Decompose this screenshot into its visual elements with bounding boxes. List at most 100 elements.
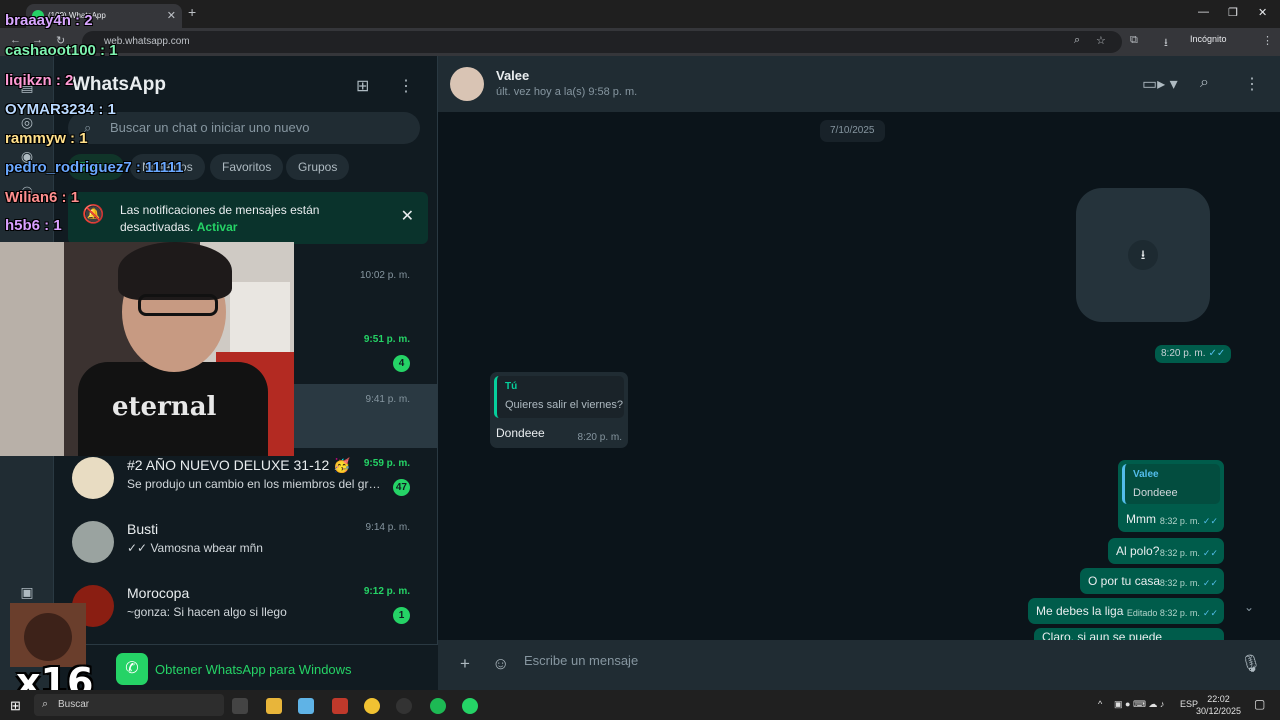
outgoing-message[interactable]: Me debes la liga Editado 8:32 p. m. ✓✓ xyxy=(1028,598,1224,624)
activate-link[interactable]: Activar xyxy=(197,220,238,234)
chat-time: 9:59 p. m. xyxy=(363,458,410,469)
tray-chevron-icon[interactable]: ^ xyxy=(1098,699,1102,709)
menu-icon[interactable]: ⋮ xyxy=(1244,74,1260,94)
chat-row[interactable]: Busti ✓✓ Vamosna wbear mñn 9:14 p. m. xyxy=(54,512,438,576)
taskbar: ⊞ Buscar ⌕ ^ ▣ ● ⌨ ☁ ♪ ESP 22:02 30/12/20… xyxy=(0,690,1280,720)
search-icon[interactable]: ⌕ xyxy=(1200,74,1209,92)
notifications-icon[interactable]: ▢ xyxy=(1254,697,1265,711)
browser-menu-icon[interactable]: ⋮ xyxy=(1262,34,1273,47)
new-chat-icon[interactable]: ⊞ xyxy=(356,76,369,96)
zoom-icon[interactable]: ⌕ xyxy=(1074,34,1080,47)
stream-chat-line: Wilian6 : 1 xyxy=(5,189,80,206)
close-tab-icon[interactable]: ✕ xyxy=(167,4,176,28)
search-input[interactable]: Buscar un chat o iniciar uno nuevo xyxy=(68,112,420,144)
chat-time: 10:02 p. m. xyxy=(359,270,410,281)
last-seen: últ. vez hoy a la(s) 9:58 p. m. xyxy=(496,86,638,98)
message-input[interactable]: Escribe un mensaje xyxy=(524,653,638,668)
quote-text: Dondeee xyxy=(1133,487,1178,499)
whatsapp-icon[interactable] xyxy=(462,698,478,714)
composer: + ☺ Escribe un mensaje 🎙 xyxy=(438,640,1280,690)
search-icon: ⌕ xyxy=(42,698,49,710)
get-app-banner[interactable]: ✆ Obtener WhatsApp para Windows xyxy=(54,644,438,690)
filter-groups[interactable]: Grupos xyxy=(286,154,350,180)
outgoing-message[interactable]: Claro, si aun se puede xyxy=(1034,628,1224,640)
quote-text: Quieres salir el viernes? xyxy=(505,399,623,411)
attach-icon[interactable]: + xyxy=(460,654,470,674)
outgoing-message[interactable]: Al polo? 8:32 p. m. ✓✓ xyxy=(1108,538,1224,564)
bell-off-icon: 🔕 xyxy=(82,204,105,224)
app-title: WhatsApp xyxy=(72,74,166,95)
read-ticks-icon: ✓✓ xyxy=(1202,578,1218,588)
shirt-text: eternal xyxy=(112,392,217,422)
unread-badge: 47 xyxy=(392,479,410,496)
new-tab-icon[interactable]: + xyxy=(188,4,196,20)
chat-time: 9:12 p. m. xyxy=(363,586,410,597)
chat-preview: ~gonza: Si hacen algo si llego xyxy=(127,605,287,619)
quoted-message[interactable]: Valee Dondeee xyxy=(1122,464,1220,504)
filter-favorites[interactable]: Favoritos xyxy=(210,154,284,180)
get-app-link[interactable]: Obtener WhatsApp para Windows xyxy=(155,662,352,677)
stream-chat-line: rammyw : 1 xyxy=(5,130,88,147)
outgoing-message[interactable]: Valee Dondeee Mmm 8:32 p. m. ✓✓ xyxy=(1118,460,1224,532)
unread-badge: 4 xyxy=(393,355,410,372)
download-icon[interactable]: ⭳ xyxy=(1128,240,1158,270)
chat-name: Morocopa xyxy=(127,585,190,601)
restore-icon[interactable]: ❐ xyxy=(1228,6,1238,19)
message-text: Claro, si aun se puede xyxy=(1042,630,1163,640)
contact-avatar[interactable] xyxy=(450,67,484,101)
close-icon[interactable]: ✕ xyxy=(401,206,414,226)
clock[interactable]: 22:02 30/12/2025 xyxy=(1196,693,1241,717)
conversation-header[interactable]: Valee últ. vez hoy a la(s) 9:58 p. m. ▭▸… xyxy=(438,56,1280,112)
task-view-icon[interactable] xyxy=(232,698,248,714)
video-call-icon[interactable]: ▭▸ ▾ xyxy=(1142,74,1178,94)
chat-row[interactable]: Morocopa ~gonza: Si hacen algo si llego … xyxy=(54,576,438,640)
stream-chat-line: braaay4n : 2 xyxy=(5,12,93,29)
media-icon[interactable]: ▣ xyxy=(18,584,36,602)
stream-chat-line: pedro_rodriguez7 : 11111 xyxy=(5,159,184,176)
bookmark-star-icon[interactable]: ☆ xyxy=(1096,34,1106,47)
notification-banner: 🔕 Las notificaciones de mensajes están d… xyxy=(68,192,428,244)
sticker-icon[interactable]: ☺ xyxy=(492,654,509,674)
file-explorer-icon[interactable] xyxy=(266,698,282,714)
stream-chat-line: OYMAR3234 : 1 xyxy=(5,101,116,118)
download-icon[interactable]: ⭳ xyxy=(1164,34,1168,53)
notepad-icon[interactable] xyxy=(298,698,314,714)
chrome-icon[interactable] xyxy=(364,698,380,714)
minimize-icon[interactable]: — xyxy=(1198,6,1209,18)
microphone-icon[interactable]: 🎙 xyxy=(1240,654,1262,674)
scroll-down-icon[interactable]: ⌄ xyxy=(1244,600,1254,614)
taskbar-search[interactable]: Buscar xyxy=(34,694,224,716)
read-ticks-icon: ✓✓ xyxy=(1202,608,1218,618)
chat-preview: Se produjo un cambio en los miembros del… xyxy=(127,477,387,491)
incognito-label[interactable]: Incógnito xyxy=(1190,34,1227,44)
avatar xyxy=(72,521,114,563)
close-window-icon[interactable]: ✕ xyxy=(1258,6,1267,19)
quote-author: Tú xyxy=(505,381,518,392)
quoted-message[interactable]: Tú Quieres salir el viernes? xyxy=(494,376,624,418)
media-message[interactable]: ⭳ xyxy=(1076,188,1210,322)
meme-overlay xyxy=(10,603,86,667)
message-text: Me debes la liga xyxy=(1036,604,1124,618)
message-time: 8:20 p. m. xyxy=(577,432,622,443)
unread-badge: 1 xyxy=(393,607,410,624)
chat-row[interactable]: #2 AÑO NUEVO DELUXE 31-12 🥳 Se produjo u… xyxy=(54,448,438,512)
app-icon[interactable] xyxy=(332,698,348,714)
message-text: O por tu casa xyxy=(1088,574,1161,588)
tray-icons[interactable]: ▣ ● ⌨ ☁ ♪ xyxy=(1114,699,1164,710)
message-time: 8:32 p. m. ✓✓ xyxy=(1159,578,1218,588)
menu-icon[interactable]: ⋮ xyxy=(398,76,414,96)
chat-time: 9:14 p. m. xyxy=(365,522,410,533)
extension-icon[interactable]: ⧉ xyxy=(1130,34,1138,47)
chat-name: #2 AÑO NUEVO DELUXE 31-12 🥳 xyxy=(127,457,351,473)
avatar xyxy=(72,457,114,499)
spotify-icon[interactable] xyxy=(430,698,446,714)
windows-start-icon[interactable]: ⊞ xyxy=(10,698,21,714)
outgoing-message[interactable]: O por tu casa 8:32 p. m. ✓✓ xyxy=(1080,568,1224,594)
incoming-message[interactable]: Tú Quieres salir el viernes? Dondeee 8:2… xyxy=(490,372,628,448)
stream-chat-line: liqikzn : 2 xyxy=(5,72,74,89)
media-time: 8:20 p. m. ✓✓ xyxy=(1155,345,1232,363)
address-bar[interactable]: web.whatsapp.com xyxy=(82,31,1122,53)
chat-time: 9:51 p. m. xyxy=(363,334,410,345)
obs-icon[interactable] xyxy=(396,698,412,714)
contact-name[interactable]: Valee xyxy=(496,68,529,83)
